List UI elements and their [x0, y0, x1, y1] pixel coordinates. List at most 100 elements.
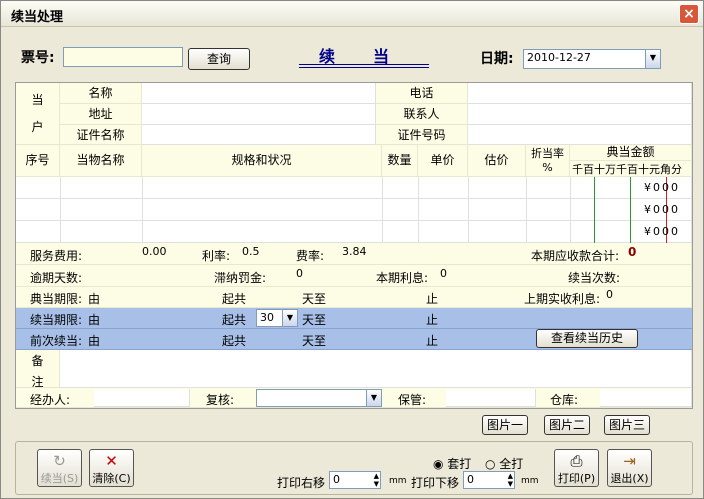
renew-button[interactable]: ↻ 续当(S) [37, 449, 82, 487]
right-shift-label: 打印右移 [277, 476, 326, 490]
prev-recv-label: 上期实收利息: [524, 292, 601, 306]
renew-count-label: 续当次数: [568, 271, 621, 285]
store-label: 仓库: [550, 393, 579, 407]
phone-label: 电话 [376, 83, 468, 104]
spinner-icon[interactable]: ▲ ▼ [374, 472, 379, 488]
table-row[interactable] [16, 199, 692, 221]
chevron-down-icon[interactable]: ▼ [366, 390, 381, 406]
title-bar: 续当处理 × [1, 1, 703, 27]
form-grid: 当户 名称 地址 证件名称 电话 联系人 证件号码 序号 当物名称 规格和状况 … [15, 82, 693, 409]
spec-header: 规格和状况 [142, 145, 382, 177]
query-button[interactable]: 查询 [188, 48, 250, 70]
pawn-start: 起共 [222, 292, 247, 306]
due-label: 本期应收款合计: [531, 249, 620, 263]
exit-button[interactable]: ⇥ 退出(X) [607, 449, 652, 487]
digit-headers: 千百十万千百十元角分 [570, 161, 692, 177]
handler-label: 经办人: [30, 393, 71, 407]
cur-interest-label: 本期利息: [376, 271, 429, 285]
seq-header: 序号 [16, 145, 60, 177]
amount-row-3: ¥000 [644, 225, 680, 238]
interest-value[interactable]: 0.5 [242, 245, 260, 258]
cur-interest-value: 0 [440, 267, 447, 280]
pawn-from: 由 [88, 292, 101, 306]
clear-button[interactable]: ✕ 清除(C) [89, 449, 134, 487]
renew-from: 由 [88, 313, 101, 327]
picture-1-button[interactable]: 图片一 [482, 415, 528, 435]
amount-row-1: ¥000 [644, 181, 680, 194]
name-field[interactable] [142, 83, 376, 104]
full-radio[interactable]: ○ 全打 [485, 455, 523, 472]
service-value[interactable]: 0.00 [142, 245, 167, 258]
penalty-value: 0 [296, 267, 303, 280]
notes-field[interactable] [60, 350, 692, 388]
notes-side: 备注 [16, 350, 60, 389]
phone-field[interactable] [468, 83, 692, 104]
window-title: 续当处理 [11, 10, 64, 25]
contact-field[interactable] [468, 104, 692, 125]
mm-unit-1: mm [389, 476, 407, 486]
renew-end: 止 [426, 313, 439, 327]
name-label: 名称 [60, 83, 142, 104]
renew-days: 天至 [302, 313, 327, 327]
keeper-field[interactable] [446, 389, 536, 407]
heading-underline [299, 64, 429, 68]
table-row[interactable] [16, 221, 692, 243]
close-icon[interactable]: × [679, 4, 699, 24]
address-field[interactable] [142, 104, 376, 125]
keeper-label: 保管: [398, 393, 427, 407]
qty-header: 数量 [382, 145, 418, 177]
prev-from: 由 [88, 334, 101, 348]
picture-3-button[interactable]: 图片三 [604, 415, 650, 435]
table-row[interactable] [16, 177, 692, 199]
view-history-button[interactable]: 查看续当历史 [536, 329, 638, 348]
renew-window: 续当处理 × 票号: 查询 续 当 日期: 2010-12-27 ▼ 当户 名称 … [0, 0, 704, 499]
spinner-icon[interactable]: ▲ ▼ [508, 472, 513, 488]
prev-days: 天至 [302, 334, 327, 348]
id-name-label: 证件名称 [60, 125, 142, 145]
price-header: 单价 [418, 145, 468, 177]
down-shift-label: 打印下移 [411, 476, 460, 490]
amount-header: 典当金额 [570, 145, 692, 161]
due-value: 0 [628, 245, 637, 259]
id-no-field[interactable] [468, 125, 692, 145]
id-no-label: 证件号码 [376, 125, 468, 145]
interest-label: 利率: [202, 249, 231, 263]
renew-period-row [16, 308, 692, 329]
prev-renew-label: 前次续当: [30, 334, 83, 348]
store-field[interactable] [600, 389, 692, 407]
overdue-label: 逾期天数: [30, 271, 83, 285]
goods-header: 当物名称 [60, 145, 142, 177]
prev-recv-value: 0 [606, 288, 613, 301]
prev-start: 起共 [222, 334, 247, 348]
est-header: 估价 [468, 145, 526, 177]
feerate-label: 费率: [296, 249, 325, 263]
reviewer-select[interactable]: ▼ [256, 389, 382, 407]
feerate-value[interactable]: 3.84 [342, 245, 367, 258]
address-label: 地址 [60, 104, 142, 125]
renew-icon: ↻ [53, 452, 66, 470]
picture-2-button[interactable]: 图片二 [544, 415, 590, 435]
date-label: 日期: [480, 51, 514, 67]
handler-field[interactable] [94, 389, 190, 407]
tao-radio[interactable]: ◉ 套打 [433, 455, 471, 472]
exit-door-icon: ⇥ [623, 452, 636, 470]
down-shift-input[interactable]: 0 ▲ ▼ [463, 471, 515, 489]
pawn-days: 天至 [302, 292, 327, 306]
print-button[interactable]: ⎙ 打印(P) [554, 449, 599, 487]
renew-days-select[interactable]: 30 ▼ [256, 309, 298, 327]
id-name-field[interactable] [142, 125, 376, 145]
service-label: 服务费用: [30, 249, 83, 263]
prev-end: 止 [426, 334, 439, 348]
chevron-down-icon[interactable]: ▼ [645, 50, 660, 68]
penalty-label: 滞纳罚金: [214, 271, 267, 285]
amount-row-2: ¥000 [644, 203, 680, 216]
right-shift-input[interactable]: 0 ▲ ▼ [329, 471, 381, 489]
chevron-down-icon[interactable]: ▼ [282, 310, 297, 326]
printer-icon: ⎙ [570, 452, 583, 470]
pawn-end: 止 [426, 292, 439, 306]
date-picker[interactable]: 2010-12-27 ▼ [523, 49, 661, 69]
reviewer-label: 复核: [206, 393, 235, 407]
ticket-input[interactable] [63, 47, 183, 67]
rate-header: 折当率% [526, 145, 570, 177]
clear-icon: ✕ [105, 452, 118, 470]
